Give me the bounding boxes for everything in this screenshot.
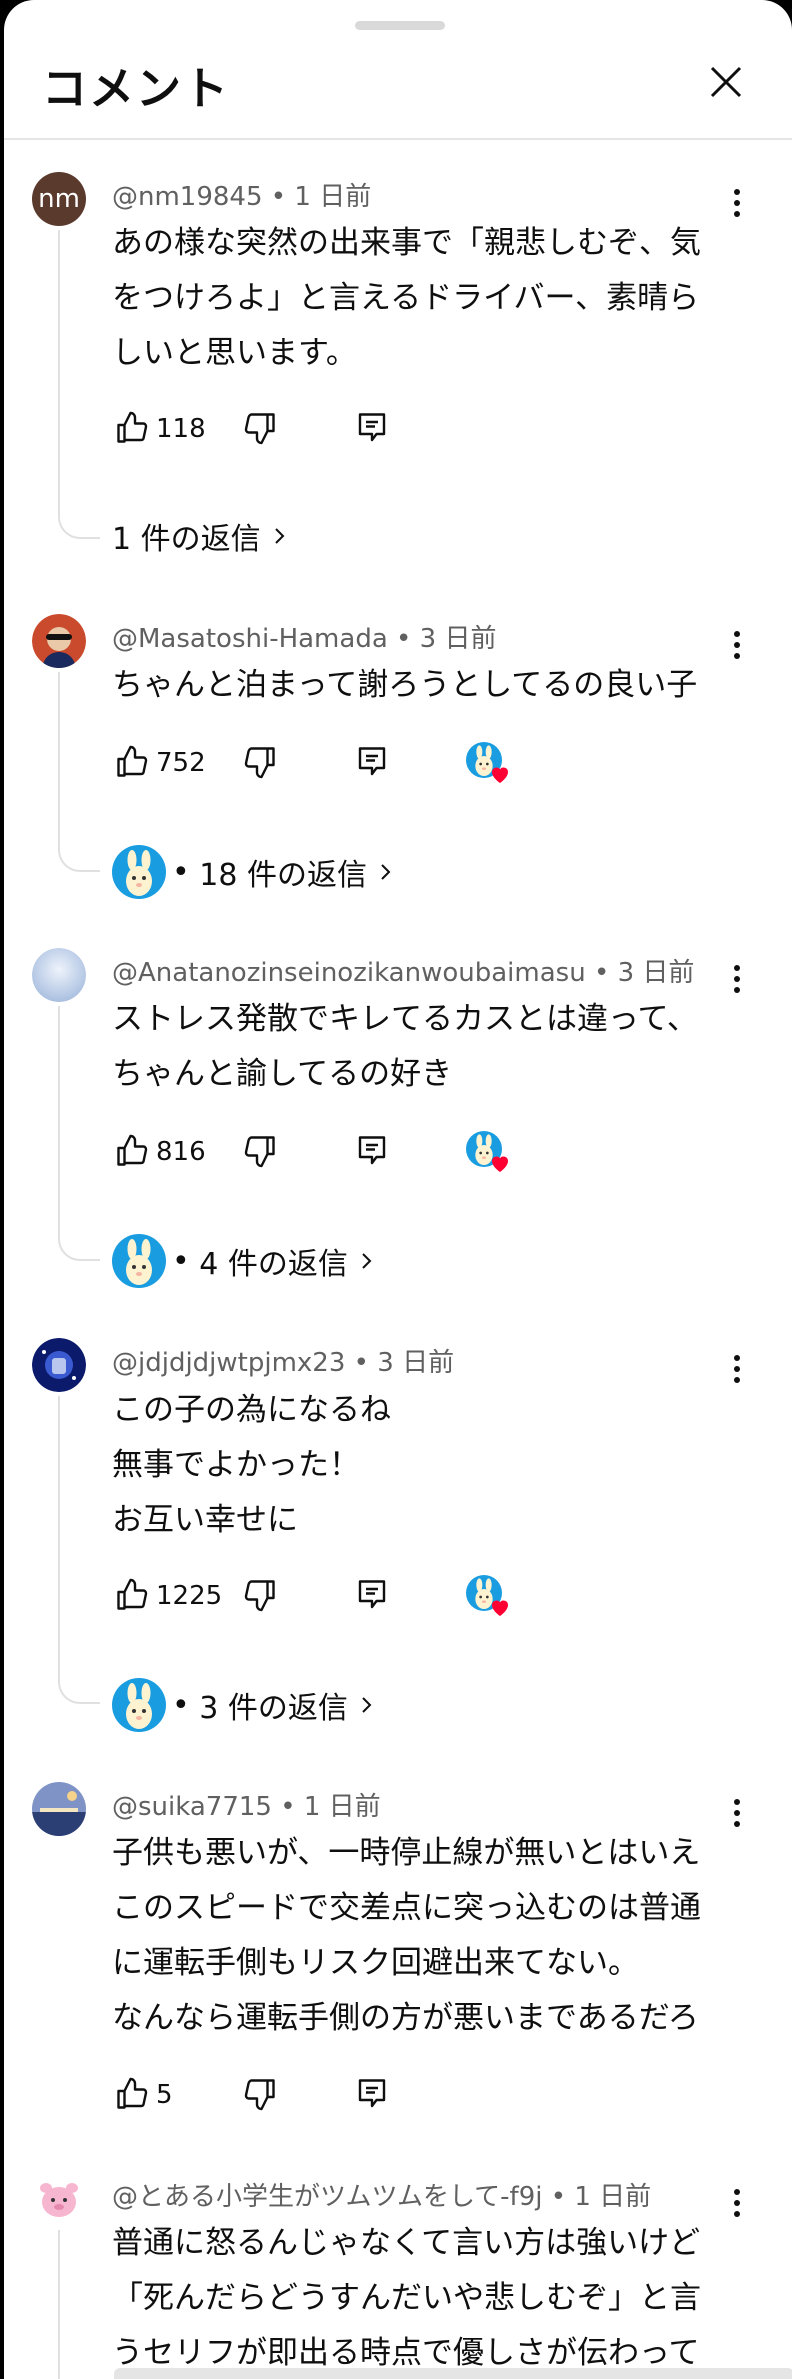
comments-sheet: コメント nm @nm19845 • 1 日前 あの様な突然の出来事で「親悲しむ… — [4, 0, 792, 2379]
comment-line: ちゃんと諭してるの好き — [112, 1056, 453, 1092]
reply-icon[interactable] — [354, 1577, 390, 1613]
comment-line: なんなら運転手側の方が悪いまであるだろ — [112, 2000, 699, 2036]
comment-time: 3 日前 — [419, 624, 497, 654]
thumb-down-icon[interactable] — [242, 410, 278, 446]
comment-line: をつけろよ」と言えるドライバー、素晴ら — [112, 280, 700, 316]
thumb-up-icon[interactable] — [114, 1577, 150, 1613]
view-replies-button[interactable]: 1 件の返信 — [112, 512, 291, 560]
header-divider — [4, 138, 792, 140]
comment-line: お互い幸せに — [112, 1502, 298, 1538]
bottom-input-bar[interactable] — [114, 2368, 792, 2379]
avatar[interactable] — [32, 1338, 86, 1392]
comment-text: この子の為になるね 無事でよかった！ お互い幸せに — [112, 1383, 732, 1548]
comment-line: に運転手側もリスク回避出来てない。 — [112, 1945, 639, 1981]
like-count: 816 — [156, 1137, 206, 1167]
like-count: 1225 — [156, 1581, 223, 1611]
comment-text: 子供も悪いが、一時停止線が無いとはいえ このスピードで交差点に突っ込むのは普通 … — [112, 1826, 732, 2046]
comment-line: 無事でよかった！ — [112, 1447, 360, 1483]
comment-time: 1 日前 — [303, 1792, 381, 1822]
heart-icon — [488, 1151, 512, 1175]
comment-line: このスピードで交差点に突っ込むのは普通 — [112, 1890, 701, 1926]
reply-icon[interactable] — [354, 2076, 390, 2112]
thumb-up-icon[interactable] — [114, 410, 150, 446]
avatar[interactable] — [32, 1782, 86, 1836]
comment-time: 3 日前 — [377, 1348, 455, 1378]
comment-text: 普通に怒るんじゃなくて言い方は強いけど 「死んだらどうすんだいや悲しむぞ」と言 … — [112, 2216, 732, 2379]
comment-text: あの様な突然の出来事で「親悲しむぞ、気 をつけろよ」と言えるドライバー、素晴ら … — [112, 216, 732, 381]
comment-line: この子の為になるね — [112, 1392, 391, 1428]
comment-author[interactable]: @Masatoshi-Hamada — [112, 624, 388, 654]
replies-label: 4 件の返信 — [199, 1247, 348, 1282]
thread-connector — [58, 1662, 100, 1704]
thumb-up-icon[interactable] — [114, 1133, 150, 1169]
comment-text: ちゃんと泊まって謝ろうとしてるの良い子 — [112, 658, 732, 713]
chevron-right-icon — [373, 860, 397, 884]
comment-text: ストレス発散でキレてるカスとは違って、 ちゃんと諭してるの好き — [112, 992, 732, 1102]
thumb-down-icon[interactable] — [242, 744, 278, 780]
comment-time: 3 日前 — [617, 958, 695, 988]
view-replies-button[interactable]: • 4 件の返信 — [112, 1233, 378, 1289]
thread-line — [58, 230, 60, 500]
creator-avatar — [112, 1678, 166, 1732]
thread-line — [58, 1006, 60, 1221]
thread-connector — [58, 497, 100, 539]
avatar[interactable] — [32, 948, 86, 1002]
creator-heart-badge — [456, 742, 520, 788]
creator-heart-badge — [456, 1575, 520, 1621]
creator-avatar — [112, 1234, 166, 1288]
view-replies-button[interactable]: • 18 件の返信 — [112, 844, 397, 900]
heart-icon — [488, 762, 512, 786]
comment-author[interactable]: @nm19845 — [112, 182, 263, 212]
like-count: 752 — [156, 748, 206, 778]
comment-author[interactable]: @suika7715 — [112, 1792, 272, 1822]
thumb-up-icon[interactable] — [114, 744, 150, 780]
thread-connector — [58, 830, 100, 872]
replies-label: 3 件の返信 — [199, 1691, 348, 1726]
drag-handle[interactable] — [355, 21, 445, 30]
thumb-down-icon[interactable] — [242, 2076, 278, 2112]
thumb-up-icon[interactable] — [114, 2076, 150, 2112]
reply-icon[interactable] — [354, 410, 390, 446]
creator-avatar — [112, 845, 166, 899]
avatar-initials: nm — [38, 184, 80, 214]
comment-time: 1 日前 — [294, 182, 372, 212]
reply-icon[interactable] — [354, 744, 390, 780]
comment-line: しいと思います。 — [112, 335, 357, 371]
thumb-down-icon[interactable] — [242, 1133, 278, 1169]
creator-heart-badge — [456, 1131, 520, 1177]
comment-author[interactable]: @jdjdjdjwtpjmx23 — [112, 1348, 345, 1378]
bullet: • — [172, 1243, 200, 1279]
bullet: • — [172, 1687, 200, 1723]
comment-author[interactable]: @とある小学生がツムツムをして-f9j — [112, 2182, 542, 2212]
comment-line: 普通に怒るんじゃなくて言い方は強いけど — [112, 2225, 701, 2261]
bullet: • — [172, 854, 200, 890]
thread-line — [58, 1396, 60, 1664]
heart-icon — [488, 1595, 512, 1619]
view-replies-button[interactable]: • 3 件の返信 — [112, 1677, 378, 1733]
sheet-title: コメント — [42, 62, 231, 115]
thumb-down-icon[interactable] — [242, 1577, 278, 1613]
thread-line — [58, 672, 60, 832]
comment-line: あの様な突然の出来事で「親悲しむぞ、気 — [112, 225, 701, 261]
comment-time: 1 日前 — [574, 2182, 652, 2212]
comment-author[interactable]: @Anatanozinseinozikanwoubaimasu — [112, 958, 586, 988]
reply-icon[interactable] — [354, 1133, 390, 1169]
like-count: 5 — [156, 2080, 173, 2110]
avatar[interactable]: nm — [32, 172, 86, 226]
comment-line: 「死んだらどうすんだいや悲しむぞ」と言 — [112, 2280, 701, 2316]
chevron-right-icon — [354, 1249, 378, 1273]
replies-label: 1 件の返信 — [112, 522, 261, 557]
chevron-right-icon — [354, 1693, 378, 1717]
avatar[interactable] — [32, 2172, 86, 2226]
comment-line: ちゃんと泊まって謝ろうとしてるの良い子 — [112, 667, 698, 703]
comment-line: ストレス発散でキレてるカスとは違って、 — [112, 1001, 698, 1037]
comment-line: 子供も悪いが、一時停止線が無いとはいえ — [112, 1835, 701, 1871]
thread-connector — [58, 1219, 100, 1261]
thread-line — [58, 2230, 60, 2379]
chevron-right-icon — [267, 524, 291, 548]
close-icon[interactable] — [704, 60, 748, 104]
replies-label: 18 件の返信 — [199, 858, 367, 893]
like-count: 118 — [156, 414, 206, 444]
avatar[interactable] — [32, 614, 86, 668]
